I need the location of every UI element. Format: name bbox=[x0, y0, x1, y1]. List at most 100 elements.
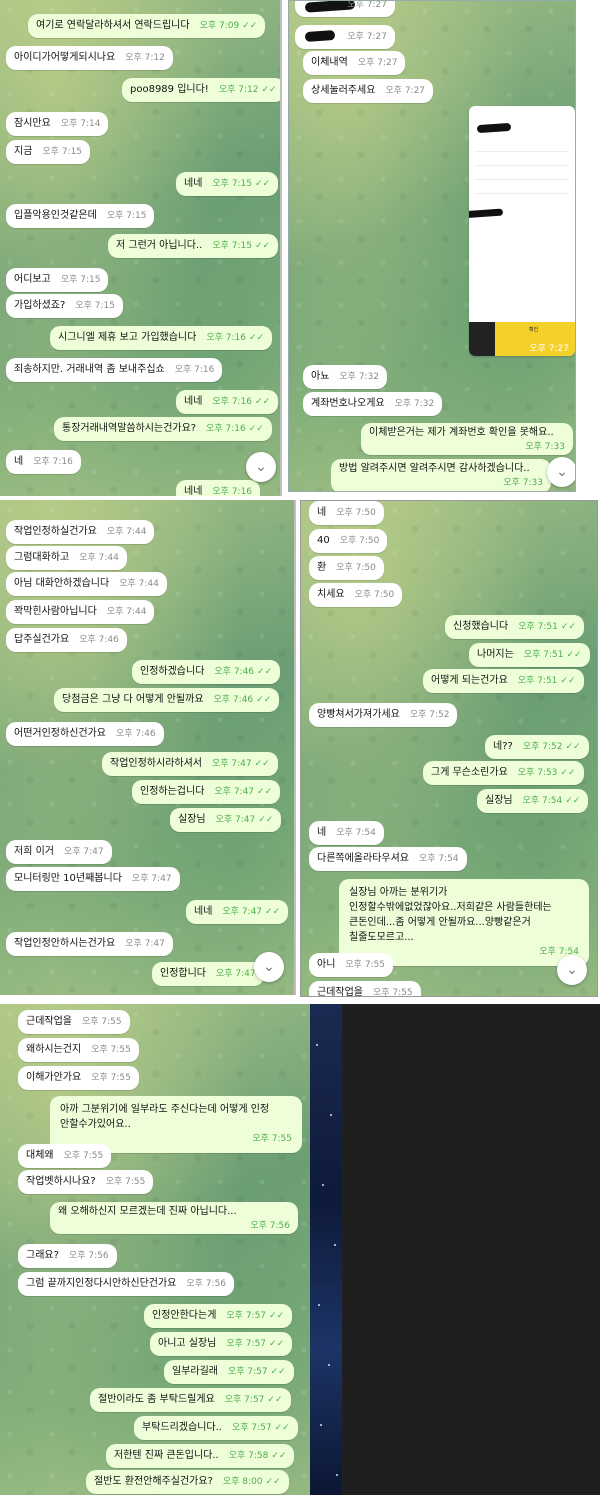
message-bubble[interactable]: 어떤거인정하신건가요 오후 7:46 bbox=[6, 722, 164, 746]
message-bubble[interactable]: 저희 이거 오후 7:47 bbox=[6, 840, 112, 864]
double-check-icon: ✓✓ bbox=[257, 667, 273, 677]
message-bubble[interactable]: 상세눌러주세요 오후 7:27 bbox=[303, 79, 434, 103]
message-bubble[interactable]: 네네 오후 7:16 bbox=[176, 480, 261, 496]
screenshot-row bbox=[475, 182, 569, 194]
double-check-icon: ✓✓ bbox=[565, 742, 581, 752]
message-bubble[interactable]: 작업인정안하시는건가요 오후 7:47 bbox=[6, 932, 173, 956]
redaction-scribble bbox=[304, 29, 336, 43]
message-bubble[interactable]: 왜 오해하신지 모르겠는데 진짜 아닙니다... 오후 7:56 bbox=[50, 1202, 298, 1234]
double-check-icon: ✓✓ bbox=[560, 622, 576, 632]
message-bubble[interactable]: 아뇨 오후 7:32 bbox=[303, 365, 388, 389]
double-check-icon: ✓✓ bbox=[271, 1451, 287, 1461]
chat-panel-3: 작업인정하실건가요 오후 7:44 그럼대화하고 오후 7:44 아님 대화안하겠습… bbox=[0, 500, 296, 995]
message-bubble[interactable]: poo8989 입니다! 오후 7:12 ✓✓ bbox=[122, 78, 280, 102]
message-bubble[interactable]: 인정하겠습니다 오후 7:46 ✓✓ bbox=[132, 660, 281, 684]
message-bubble[interactable]: 여기로 연락달라하셔서 연락드립니다 오후 7:09 ✓✓ bbox=[28, 14, 266, 38]
message-bubble[interactable]: 네네 오후 7:15 ✓✓ bbox=[176, 172, 279, 196]
double-check-icon: ✓✓ bbox=[257, 787, 273, 797]
message-bubble[interactable]: 그럼대화하고 오후 7:44 bbox=[6, 546, 127, 570]
scroll-down-button[interactable]: ⌄ bbox=[254, 952, 284, 982]
message-bubble[interactable]: 신청했습니다 오후 7:51 ✓✓ bbox=[445, 615, 584, 639]
message-bubble[interactable]: 통장거래내역말씀하시는건가요? 오후 7:16 ✓✓ bbox=[54, 417, 272, 441]
message-bubble[interactable]: 이체받은거는 제가 계좌번호 확인을 못해요.. 오후 7:33 bbox=[361, 423, 573, 455]
chat-panel-4: 네 오후 7:50 40 오후 7:50 환 오후 7:50 치세요 오후 7:50 신… bbox=[300, 500, 598, 997]
empty-background bbox=[342, 1004, 600, 1495]
message-bubble[interactable]: 시그니엘 제휴 보고 가입했습니다 오후 7:16 ✓✓ bbox=[50, 326, 273, 350]
message-bubble[interactable]: 그게 무슨소린가요 오후 7:53 ✓✓ bbox=[423, 761, 584, 785]
double-check-icon: ✓✓ bbox=[265, 1477, 281, 1487]
message-bubble[interactable]: 입플악용인것같은데 오후 7:15 bbox=[6, 204, 155, 228]
transfer-detail-screenshot[interactable]: 확인 오후 7:27 bbox=[469, 106, 575, 356]
message-bubble[interactable]: 답주실건가요 오후 7:46 bbox=[6, 628, 127, 652]
message-bubble[interactable]: 그래요? 오후 7:56 bbox=[18, 1244, 117, 1268]
message-bubble[interactable]: 작업인정하실건가요 오후 7:44 bbox=[6, 520, 155, 544]
message-bubble[interactable]: 아니 오후 7:55 bbox=[309, 953, 394, 977]
scroll-down-button[interactable]: ⌄ bbox=[547, 457, 575, 487]
double-check-icon: ✓✓ bbox=[254, 241, 271, 251]
double-check-icon: ✓✓ bbox=[242, 21, 258, 31]
scroll-down-button[interactable]: ⌄ bbox=[557, 955, 587, 985]
message-bubble[interactable]: 오후 7:27 bbox=[295, 25, 395, 49]
confirm-label: 확인 bbox=[529, 327, 539, 333]
message-bubble[interactable]: 이체내역 오후 7:27 bbox=[303, 51, 406, 75]
double-check-icon: ✓✓ bbox=[256, 695, 272, 705]
double-check-icon: ✓✓ bbox=[565, 796, 581, 806]
message-bubble[interactable]: 저한텐 진짜 큰돈입니다.. 오후 7:58 ✓✓ bbox=[106, 1444, 295, 1468]
message-bubble[interactable]: 계좌번호나오게요 오후 7:32 bbox=[303, 392, 443, 416]
message-bubble[interactable]: 네 오후 7:50 bbox=[309, 501, 384, 525]
double-check-icon: ✓✓ bbox=[269, 1311, 285, 1321]
message-bubble[interactable]: 가입하셨죠? 오후 7:15 bbox=[6, 294, 123, 318]
message-bubble[interactable]: 양빵쳐서가져가세요 오후 7:52 bbox=[309, 703, 458, 727]
message-bubble[interactable]: 네 오후 7:16 bbox=[6, 450, 81, 474]
chat-panel-2: 오후 7:27 오후 7:27 이체내역 오후 7:27 상세눌러주세요 오후 7:… bbox=[288, 0, 576, 492]
double-check-icon: ✓✓ bbox=[248, 424, 264, 434]
message-bubble[interactable]: 방법 알려주시면 알려주시면 감사하겠습니다.. 오후 7:33 bbox=[331, 459, 551, 491]
message-bubble[interactable]: 부탁드리겠습니다.. 오후 7:57 ✓✓ bbox=[134, 1416, 298, 1440]
message-bubble[interactable]: 다른쪽에올라타우셔요 오후 7:54 bbox=[309, 847, 467, 871]
message-bubble[interactable]: 아이디가어떻게되시나요 오후 7:12 bbox=[6, 46, 173, 70]
message-bubble[interactable]: 꽉막힌사람아닙니다 오후 7:44 bbox=[6, 600, 155, 624]
message-bubble[interactable]: 실장님 오후 7:47 ✓✓ bbox=[170, 808, 282, 832]
message-bubble[interactable]: 왜하시는건지 오후 7:55 bbox=[18, 1038, 139, 1062]
message-bubble[interactable]: 절반도 환전안해주실건가요? 오후 8:00 ✓✓ bbox=[86, 1470, 289, 1494]
message-bubble[interactable]: 작업벳하시나요? 오후 7:55 bbox=[18, 1170, 154, 1194]
message-bubble[interactable]: 40 오후 7:50 bbox=[309, 529, 388, 553]
chat-panel-5: 근데작업을 오후 7:55 왜하시는건지 오후 7:55 이해가안가요 오후 7:55… bbox=[0, 1004, 310, 1495]
double-check-icon: ✓✓ bbox=[274, 1423, 290, 1433]
screenshot-row bbox=[475, 154, 569, 166]
message-bubble[interactable]: 환 오후 7:50 bbox=[309, 556, 384, 580]
message-bubble[interactable]: 당첨금은 그냥 다 어떻게 안될까요 오후 7:46 ✓✓ bbox=[54, 688, 280, 712]
message-bubble[interactable]: 오후 7:27 bbox=[295, 1, 395, 17]
message-bubble[interactable]: 죄송하지만. 거래내역 좀 보내주십쇼 오후 7:16 bbox=[6, 358, 223, 382]
double-check-icon: ✓✓ bbox=[255, 179, 271, 189]
message-bubble[interactable]: 그럼 끝까지인정다시안하신단건가요 오후 7:56 bbox=[18, 1272, 235, 1296]
message-bubble[interactable]: 아니고 실장님 오후 7:57 ✓✓ bbox=[150, 1332, 293, 1356]
double-check-icon: ✓✓ bbox=[270, 1367, 286, 1377]
message-bubble[interactable]: 어디보고 오후 7:15 bbox=[6, 268, 109, 292]
message-bubble[interactable]: 네?? 오후 7:52 ✓✓ bbox=[485, 735, 589, 759]
message-bubble[interactable]: 모니터링만 10년째봅니다 오후 7:47 bbox=[6, 867, 180, 891]
message-bubble[interactable]: 인정하는겁니다 오후 7:47 ✓✓ bbox=[132, 780, 281, 804]
message-bubble[interactable]: 치세요 오후 7:50 bbox=[309, 583, 403, 607]
message-bubble[interactable]: 나머지는 오후 7:51 ✓✓ bbox=[469, 643, 590, 667]
message-bubble[interactable]: 저 그런거 아닙니다.. 오후 7:15 ✓✓ bbox=[108, 234, 279, 258]
message-bubble[interactable]: 대체왜 오후 7:55 bbox=[18, 1144, 112, 1168]
message-bubble[interactable]: 근데작업을 오후 7:55 bbox=[309, 981, 421, 996]
message-bubble[interactable]: 잠시만요 오후 7:14 bbox=[6, 112, 109, 136]
message-bubble[interactable]: 인정합니다 오후 7:47 bbox=[152, 962, 264, 986]
message-bubble[interactable]: 네 오후 7:54 bbox=[309, 821, 384, 845]
message-bubble[interactable]: 지금 오후 7:15 bbox=[6, 140, 91, 164]
message-bubble[interactable]: 근데작업을 오후 7:55 bbox=[18, 1010, 130, 1034]
message-bubble[interactable]: 아님 대화안하겠습니다 오후 7:44 bbox=[6, 572, 167, 596]
double-check-icon: ✓✓ bbox=[560, 768, 576, 778]
message-bubble[interactable]: 실장님 오후 7:54 ✓✓ bbox=[477, 789, 589, 813]
message-bubble[interactable]: 인정안한다는게 오후 7:57 ✓✓ bbox=[144, 1304, 293, 1328]
message-bubble[interactable]: 네네 오후 7:16 ✓✓ bbox=[176, 390, 279, 414]
message-bubble[interactable]: 이해가안가요 오후 7:55 bbox=[18, 1066, 139, 1090]
message-bubble[interactable]: 일부라길래 오후 7:57 ✓✓ bbox=[164, 1360, 294, 1384]
message-bubble[interactable]: 절반이라도 좀 부탁드릴게요 오후 7:57 ✓✓ bbox=[90, 1388, 291, 1412]
message-bubble[interactable]: 네네 오후 7:47 ✓✓ bbox=[186, 900, 289, 924]
scroll-down-button[interactable]: ⌄ bbox=[246, 452, 276, 482]
message-bubble[interactable]: 작업인정하시라하셔서 오후 7:47 ✓✓ bbox=[102, 752, 278, 776]
message-bubble[interactable]: 어떻게 되는건가요 오후 7:51 ✓✓ bbox=[423, 669, 584, 693]
